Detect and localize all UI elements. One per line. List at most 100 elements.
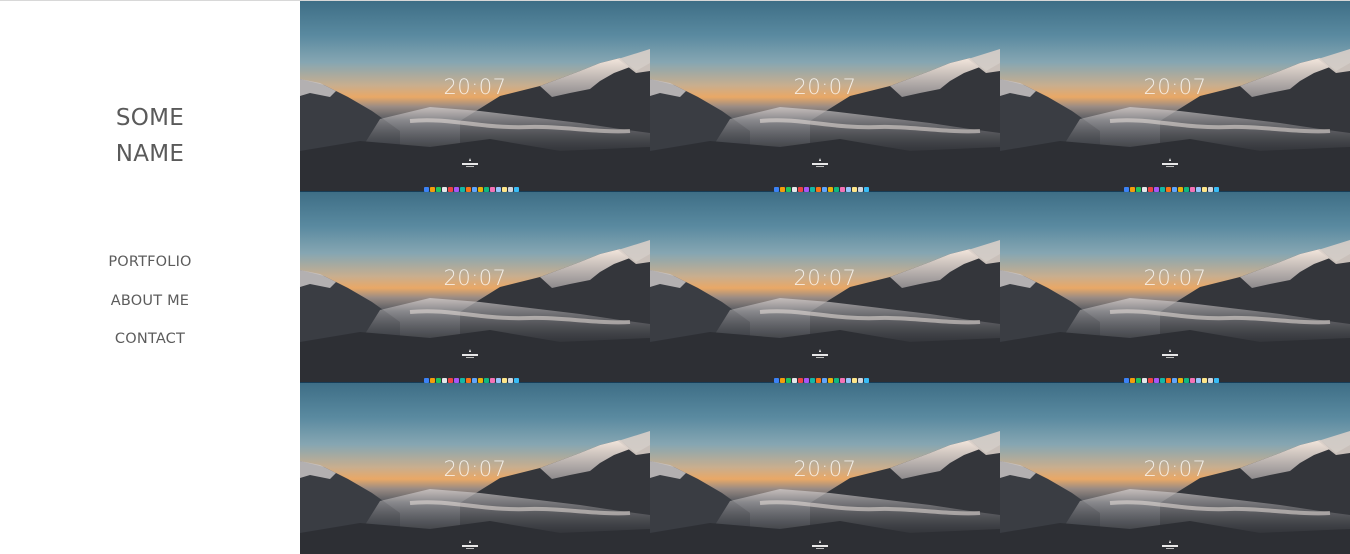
dock-app-icon — [424, 186, 429, 192]
desktop-logo-icon — [1160, 154, 1180, 167]
dock-app-icon — [1136, 186, 1141, 192]
site-name-line-2: NAME — [115, 141, 185, 167]
dock-app-icon — [828, 377, 833, 383]
site-name: SOME NAME — [0, 100, 300, 172]
tile-clock: 20:07 — [1143, 266, 1207, 290]
dock-app-icon — [840, 377, 845, 383]
dock-app-icon — [1124, 377, 1129, 383]
dock-app-icon — [424, 377, 429, 383]
dock-app-icon — [1148, 186, 1153, 192]
gallery-tile[interactable]: 20:07 — [1000, 383, 1350, 554]
main-nav: PORTFOLIO ABOUT ME CONTACT — [0, 251, 300, 367]
dock-app-icon — [864, 377, 869, 383]
dock-app-icon — [858, 186, 863, 192]
dock-app-icon — [496, 377, 501, 383]
dock-app-icon — [514, 377, 519, 383]
gallery-tile[interactable]: 20:07 — [650, 1, 1000, 193]
desktop-logo-icon — [810, 536, 830, 549]
dock-app-icon — [810, 186, 815, 192]
dock-app-icon — [502, 186, 507, 192]
dock-app-icon — [436, 186, 441, 192]
tile-clock: 20:07 — [793, 266, 857, 290]
gallery-tile[interactable]: 20:07 — [300, 383, 650, 554]
nav-link-about-me[interactable]: ABOUT ME — [111, 293, 189, 309]
portfolio-gallery: 20:07 20:07 20:07 20:07 20:07 20:07 20:0… — [300, 1, 1350, 554]
dock-app-icon — [472, 377, 477, 383]
dock-app-icon — [804, 377, 809, 383]
desktop-logo-icon — [460, 154, 480, 167]
dock-app-icon — [436, 377, 441, 383]
dock-app-icon — [846, 377, 851, 383]
gallery-tile[interactable]: 20:07 — [1000, 1, 1350, 193]
gallery-tile[interactable]: 20:07 — [300, 1, 650, 193]
tile-clock: 20:07 — [793, 457, 857, 481]
dock-app-icon — [834, 186, 839, 192]
dock-app-icon — [442, 186, 447, 192]
desktop-logo-icon — [460, 345, 480, 358]
dock-app-icon — [774, 186, 779, 192]
gallery-tile[interactable]: 20:07 — [650, 383, 1000, 554]
dock-app-icon — [1190, 377, 1195, 383]
dock-app-icon — [460, 377, 465, 383]
dock-app-icon — [448, 377, 453, 383]
dock-app-icon — [792, 377, 797, 383]
tile-clock: 20:07 — [443, 266, 507, 290]
gallery-tile[interactable]: 20:07 — [300, 192, 650, 384]
dock-app-icon — [1142, 377, 1147, 383]
dock-app-icon — [840, 186, 845, 192]
dock-app-icon — [1202, 377, 1207, 383]
dock-app-icon — [478, 377, 483, 383]
dock-app-icon — [454, 186, 459, 192]
dock-app-icon — [792, 186, 797, 192]
tile-clock: 20:07 — [1143, 457, 1207, 481]
tile-clock: 20:07 — [1143, 75, 1207, 99]
dock-app-icon — [1124, 186, 1129, 192]
site-name-line-1: SOME — [115, 105, 185, 131]
dock-app-icon — [1160, 186, 1165, 192]
gallery-tile[interactable]: 20:07 — [650, 192, 1000, 384]
dock-app-icon — [1130, 377, 1135, 383]
nav-link-portfolio[interactable]: PORTFOLIO — [108, 254, 191, 270]
dock-app-icon — [864, 186, 869, 192]
gallery-tile[interactable]: 20:07 — [1000, 192, 1350, 384]
dock-app-icon — [496, 186, 501, 192]
dock-app-icon — [1202, 186, 1207, 192]
dock-app-icon — [1178, 186, 1183, 192]
dock-app-icon — [798, 377, 803, 383]
dock-app-icon — [514, 186, 519, 192]
dock-app-icon — [822, 186, 827, 192]
nav-item-about-me: ABOUT ME — [0, 290, 300, 329]
dock-app-icon — [466, 377, 471, 383]
dock-app-icon — [858, 377, 863, 383]
dock-app-icon — [1166, 186, 1171, 192]
dock-app-icon — [466, 186, 471, 192]
dock-app-icon — [430, 377, 435, 383]
desktop-logo-icon — [1160, 345, 1180, 358]
dock-app-icon — [1208, 377, 1213, 383]
dock-app-icon — [804, 186, 809, 192]
dock-app-icon — [1148, 377, 1153, 383]
dock-app-icon — [508, 186, 513, 192]
dock-app-icon — [852, 377, 857, 383]
dock-app-icon — [798, 186, 803, 192]
dock-app-icon — [430, 186, 435, 192]
dock-app-icon — [1214, 377, 1219, 383]
dock-app-icon — [484, 186, 489, 192]
sidebar: SOME NAME PORTFOLIO ABOUT ME CONTACT — [0, 1, 300, 554]
desktop-logo-icon — [810, 345, 830, 358]
dock-app-icon — [1184, 186, 1189, 192]
dock-app-icon — [490, 377, 495, 383]
dock-app-icon — [816, 186, 821, 192]
dock-app-icon — [1172, 186, 1177, 192]
dock-app-icon — [846, 186, 851, 192]
nav-link-contact[interactable]: CONTACT — [115, 331, 185, 347]
dock-app-icon — [1154, 186, 1159, 192]
dock-app-icon — [502, 377, 507, 383]
dock-app-icon — [1196, 186, 1201, 192]
dock-app-icon — [780, 186, 785, 192]
dock-app-icon — [1154, 377, 1159, 383]
dock-app-icon — [460, 186, 465, 192]
dock-app-icon — [1166, 377, 1171, 383]
dock-app-icon — [448, 186, 453, 192]
dock-app-icon — [774, 377, 779, 383]
